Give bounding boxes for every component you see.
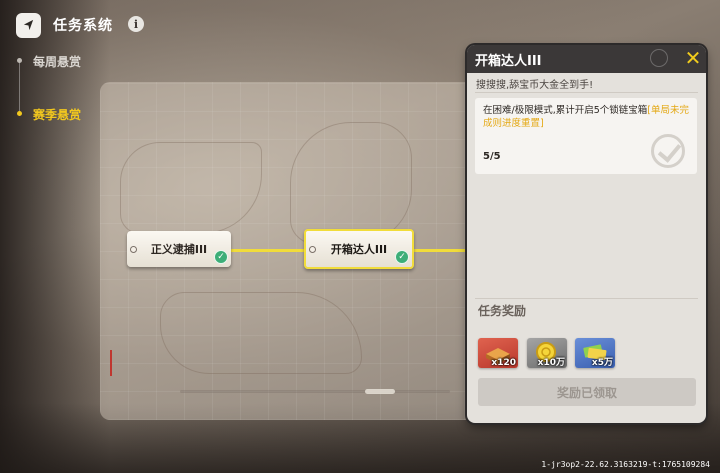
- quest-node-selected[interactable]: 开箱达人III ✓: [304, 229, 414, 269]
- quest-objective-card: 在困难/极限模式,累计开启5个锁链宝箱[单局未完成则进度重置] 5/5: [475, 98, 697, 174]
- reward-quantity: x5万: [591, 358, 613, 368]
- quest-connector: [412, 249, 468, 252]
- quest-node[interactable]: 正义逮捕III ✓: [127, 231, 231, 267]
- tab-indicator-dot: [17, 58, 22, 63]
- map-contour: [290, 122, 412, 244]
- quest-node-label: 正义逮捕III: [150, 243, 208, 256]
- divider: [475, 92, 698, 93]
- quest-node-label: 开箱达人III: [330, 243, 388, 256]
- back-button[interactable]: [16, 13, 41, 38]
- map-contour: [120, 142, 262, 234]
- tab-season-bounty[interactable]: 赛季悬赏: [33, 106, 81, 123]
- quest-description-text: 在困难/极限模式,累计开启5个锁链宝箱: [483, 105, 648, 116]
- close-icon[interactable]: ✕: [683, 48, 703, 68]
- quest-connector: [230, 249, 306, 252]
- quest-subtitle: 搜搜搜,舔宝币大金全到手!: [476, 80, 594, 91]
- map-contour: [160, 292, 362, 374]
- check-icon: ✓: [214, 250, 228, 264]
- quest-description: 在困难/极限模式,累计开启5个锁链宝箱[单局未完成则进度重置]: [483, 104, 693, 130]
- tab-rail: [19, 60, 20, 116]
- map-scrollbar[interactable]: [180, 390, 450, 393]
- tab-weekly-bounty[interactable]: 每周悬赏: [33, 53, 81, 70]
- quest-title: 开箱达人III: [475, 54, 542, 69]
- node-pin: [130, 246, 137, 253]
- build-id: 1-jr3op2-22.62.3163219-t:1765109284: [541, 460, 710, 469]
- quest-detail-panel: 开箱达人III ✕ 搜搜搜,舔宝币大金全到手! 在困难/极限模式,累计开启5个锁…: [467, 45, 706, 423]
- tab-indicator-dot-active: [17, 111, 22, 116]
- reward-item[interactable]: x10万: [527, 338, 567, 368]
- reward-item[interactable]: x120: [478, 338, 518, 368]
- node-pin: [309, 246, 316, 253]
- reward-quantity: x10万: [537, 358, 565, 368]
- quest-progress: 5/5: [483, 151, 501, 162]
- compass-icon: [650, 49, 668, 67]
- completed-check-icon: [651, 134, 685, 168]
- rewards-title: 任务奖励: [478, 304, 527, 318]
- back-arrow-icon: [23, 19, 34, 31]
- map-marker: [110, 350, 112, 376]
- map-scroll-thumb[interactable]: [365, 389, 395, 394]
- info-icon[interactable]: i: [128, 16, 144, 32]
- claim-reward-button[interactable]: 奖励已领取: [478, 378, 696, 406]
- reward-quantity: x120: [491, 358, 516, 368]
- reward-item[interactable]: x5万: [575, 338, 615, 368]
- page-title: 任务系统: [53, 18, 113, 34]
- divider: [475, 298, 698, 299]
- check-icon: ✓: [395, 250, 409, 264]
